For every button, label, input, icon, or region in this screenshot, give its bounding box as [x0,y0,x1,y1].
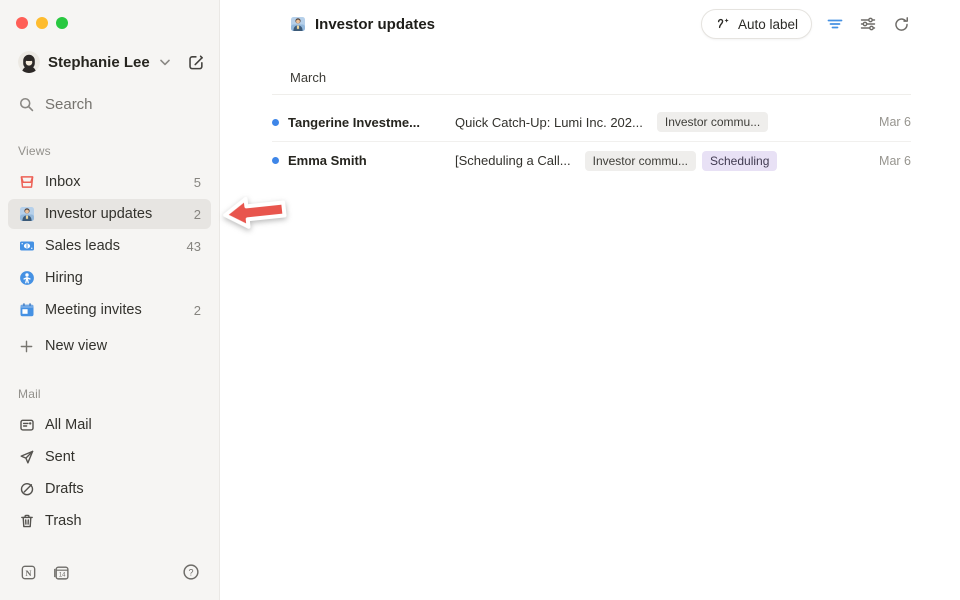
new-view-button[interactable]: New view [8,331,211,361]
email-tag[interactable]: Investor commu... [585,151,696,171]
investor-icon [18,206,35,223]
email-sender: Tangerine Investme... [288,115,455,130]
mail-list: All Mail Sent Drafts [8,410,211,536]
email-date: Mar 6 [879,154,911,168]
sidebar-item-count: 43 [187,239,201,254]
sidebar-item-label: Drafts [45,481,201,497]
new-view-label: New view [45,338,201,354]
sidebar-item-label: Meeting invites [45,302,184,318]
main-panel: Investor updates Auto label [220,0,960,600]
sidebar-item-label: Hiring [45,270,191,286]
email-subject: Quick Catch-Up: Lumi Inc. 202... [455,115,643,130]
minimize-window-button[interactable] [36,17,48,29]
mail-section-label: Mail [18,387,219,401]
sidebar-item-label: Investor updates [45,206,184,222]
close-window-button[interactable] [16,17,28,29]
sidebar-item-all-mail[interactable]: All Mail [8,410,211,440]
unread-dot [272,119,279,126]
calendar-icon [18,302,35,319]
email-subject: [Scheduling a Call... [455,153,571,168]
sidebar-item-drafts[interactable]: Drafts [8,474,211,504]
sidebar-item-sales-leads[interactable]: Sales leads 43 [8,231,211,261]
sidebar-item-label: Sales leads [45,238,177,254]
banknote-icon [18,238,35,255]
refresh-icon[interactable] [891,14,911,34]
views-list: Inbox 5 Investor updates 2 [8,167,211,361]
drafts-icon [18,481,35,498]
email-row[interactable]: Emma Smith [Scheduling a Call... Investo… [272,141,911,179]
svg-text:14: 14 [58,572,65,578]
sidebar-item-investor-updates[interactable]: Investor updates 2 [8,199,211,229]
compose-icon[interactable] [187,53,205,71]
trash-icon [18,513,35,530]
svg-text:?: ? [188,567,193,577]
auto-label-label: Auto label [738,17,798,32]
window-controls [0,0,219,29]
help-icon[interactable]: ? [181,562,201,582]
send-icon [18,449,35,466]
email-tag[interactable]: Investor commu... [657,112,768,132]
views-section-label: Views [18,144,219,158]
list-group-header: March [272,48,911,95]
notion-icon[interactable]: N [18,562,38,582]
sidebar-item-count: 2 [194,207,201,222]
group-title: March [290,70,326,85]
unread-dot [272,157,279,164]
email-tag[interactable]: Scheduling [702,151,777,171]
sidebar-item-sent[interactable]: Sent [8,442,211,472]
email-list: Tangerine Investme... Quick Catch-Up: Lu… [272,95,911,179]
page-title: Investor updates [315,16,435,33]
sidebar-item-count: 2 [194,303,201,318]
search-icon [18,96,35,113]
auto-label-button[interactable]: Auto label [701,9,812,39]
email-date: Mar 6 [879,115,911,129]
sidebar-item-label: Inbox [45,174,184,190]
person-icon [18,270,35,287]
sidebar-item-count: 5 [194,175,201,190]
calendar-app-icon[interactable]: 14 [51,562,71,582]
plus-icon [18,338,35,355]
sidebar: Stephanie Lee Search Views [0,0,220,600]
filter-icon[interactable] [825,14,845,34]
investor-icon [290,16,306,32]
inbox-icon [18,174,35,191]
svg-text:N: N [25,568,32,578]
main-header: Investor updates Auto label [272,0,911,48]
email-sender: Emma Smith [288,153,455,168]
search-input[interactable]: Search [18,90,205,118]
sidebar-footer: N 14 ? [0,554,219,600]
avatar [18,51,40,73]
zoom-window-button[interactable] [56,17,68,29]
email-row[interactable]: Tangerine Investme... Quick Catch-Up: Lu… [272,103,911,141]
chevron-down-icon[interactable] [160,59,170,66]
account-name[interactable]: Stephanie Lee [48,54,150,71]
sidebar-item-label: Sent [45,449,201,465]
search-label: Search [45,96,93,113]
sliders-icon[interactable] [858,14,878,34]
auto-label-icon [715,16,731,32]
all-mail-icon [18,417,35,434]
sidebar-item-trash[interactable]: Trash [8,506,211,536]
sidebar-item-label: Trash [45,513,201,529]
sidebar-item-inbox[interactable]: Inbox 5 [8,167,211,197]
sidebar-item-label: All Mail [45,417,201,433]
sidebar-item-hiring[interactable]: Hiring [8,263,211,293]
sidebar-item-meeting-invites[interactable]: Meeting invites 2 [8,295,211,325]
